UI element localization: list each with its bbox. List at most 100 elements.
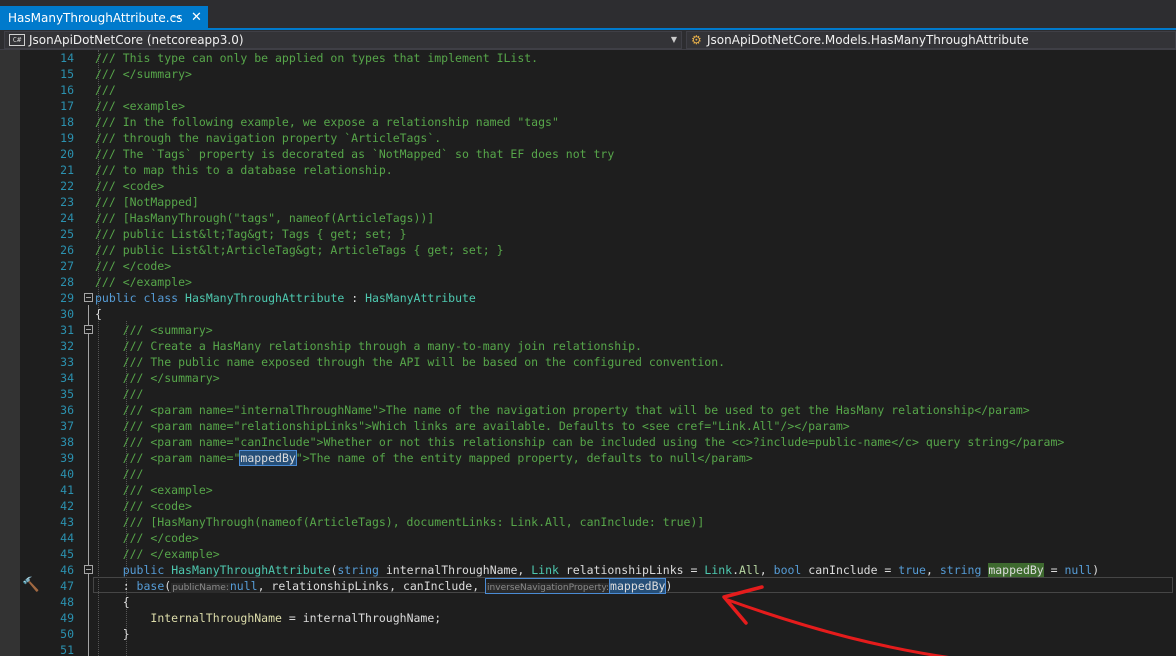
code-line: 17 /// <example> (0, 98, 1176, 114)
code-line: 37 /// <param name="relationshipLinks">W… (0, 418, 1176, 434)
code-line: 22 /// <code> (0, 178, 1176, 194)
line-number: 20 (60, 147, 74, 161)
pin-icon[interactable]: ⊸ (172, 6, 180, 30)
code-text: /// [HasManyThrough(nameof(ArticleTags),… (95, 515, 705, 529)
line-number: 41 (60, 483, 74, 497)
line-number: 47 (60, 579, 74, 593)
line-number: 23 (60, 195, 74, 209)
line-number: 51 (60, 643, 74, 656)
code-text: /// [HasManyThrough("tags", nameof(Artic… (95, 211, 435, 225)
code-editor[interactable]: 🔨 14 /// This type can only be applied o… (0, 50, 1176, 656)
line-number: 19 (60, 131, 74, 145)
line-number: 15 (60, 67, 74, 81)
document-tab[interactable]: HasManyThroughAttribute.cs ⊸ ✕ (0, 6, 208, 30)
collapse-toggle-icon[interactable] (84, 565, 93, 574)
line-number: 44 (60, 531, 74, 545)
code-line: 25 /// public List&lt;Tag&gt; Tags { get… (0, 226, 1176, 242)
code-line: 38 /// <param name="canInclude">Whether … (0, 434, 1176, 450)
project-dropdown[interactable]: C# JsonApiDotNetCore (netcoreapp3.0) ▼ (4, 31, 682, 49)
line-number: 45 (60, 547, 74, 561)
code-line: 34 /// </summary> (0, 370, 1176, 386)
line-number: 50 (60, 627, 74, 641)
code-line: 30 { (0, 306, 1176, 322)
line-number: 36 (60, 403, 74, 417)
line-number: 34 (60, 371, 74, 385)
line-number: 32 (60, 339, 74, 353)
code-line: 16 /// (0, 82, 1176, 98)
code-text: /// </code> (95, 531, 199, 545)
code-text: /// </example> (95, 275, 192, 289)
code-text: /// <code> (95, 499, 192, 513)
code-text: /// Create a HasMany relationship throug… (95, 339, 642, 353)
code-text: /// </summary> (95, 371, 220, 385)
code-line: 29 public class HasManyThroughAttribute … (0, 290, 1176, 306)
code-line: 20 /// The `Tags` property is decorated … (0, 146, 1176, 162)
csharp-project-icon: C# (9, 34, 25, 46)
line-number: 37 (60, 419, 74, 433)
code-line: 19 /// through the navigation property `… (0, 130, 1176, 146)
line-number: 39 (60, 451, 74, 465)
line-number: 30 (60, 307, 74, 321)
chevron-down-icon: ▼ (670, 35, 677, 44)
code-text: /// </code> (95, 259, 172, 273)
code-text: /// </summary> (95, 67, 192, 81)
line-number: 14 (60, 51, 74, 65)
code-line: 40 /// (0, 466, 1176, 482)
code-line: 45 /// </example> (0, 546, 1176, 562)
line-number: 40 (60, 467, 74, 481)
line-number: 16 (60, 83, 74, 97)
line-number: 48 (60, 595, 74, 609)
code-text: /// <example> (95, 483, 213, 497)
code-line: 14 /// This type can only be applied on … (0, 50, 1176, 66)
code-text: /// (95, 83, 116, 97)
code-line: 39 /// <param name="mappedBy">The name o… (0, 450, 1176, 466)
collapse-toggle-icon[interactable] (84, 325, 93, 334)
code-line: 31 /// <summary> (0, 322, 1176, 338)
code-text: /// <param name="internalThroughName">Th… (95, 403, 1030, 417)
line-number: 18 (60, 115, 74, 129)
line-number: 17 (60, 99, 74, 113)
line-number: 33 (60, 355, 74, 369)
code-line: 50 } (0, 626, 1176, 642)
code-text: /// [NotMapped] (95, 195, 199, 209)
code-text: /// (95, 387, 144, 401)
project-dropdown-label: JsonApiDotNetCore (netcoreapp3.0) (29, 33, 244, 47)
code-text: /// through the navigation property `Art… (95, 131, 442, 145)
code-text: /// The public name exposed through the … (95, 355, 726, 369)
code-text: InternalThroughName = internalThroughNam… (150, 611, 442, 625)
close-icon[interactable]: ✕ (191, 6, 202, 30)
line-number: 35 (60, 387, 74, 401)
code-text: /// </example> (95, 547, 220, 561)
member-dropdown[interactable]: ⚙ JsonApiDotNetCore.Models.HasManyThroug… (686, 31, 1176, 49)
code-text: /// In the following example, we expose … (95, 115, 559, 129)
code-line: 32 /// Create a HasMany relationship thr… (0, 338, 1176, 354)
code-text: /// The `Tags` property is decorated as … (95, 147, 615, 161)
code-text: /// to map this to a database relationsh… (95, 163, 393, 177)
code-text: /// <param name="relationshipLinks">Whic… (95, 419, 850, 433)
code-text: /// <summary> (95, 323, 213, 337)
code-line: 26 /// public List&lt;ArticleTag&gt; Art… (0, 242, 1176, 258)
code-line: 33 /// The public name exposed through t… (0, 354, 1176, 370)
code-line: 23 /// [NotMapped] (0, 194, 1176, 210)
code-line: 35 /// (0, 386, 1176, 402)
code-line: 18 /// In the following example, we expo… (0, 114, 1176, 130)
line-number: 24 (60, 211, 74, 225)
code-line: 27 /// </code> (0, 258, 1176, 274)
line-number: 46 (60, 563, 74, 577)
code-line: 24 /// [HasManyThrough("tags", nameof(Ar… (0, 210, 1176, 226)
collapse-toggle-icon[interactable] (84, 293, 93, 302)
code-line: 28 /// </example> (0, 274, 1176, 290)
code-line: 51 (0, 642, 1176, 656)
code-text: public class HasManyThroughAttribute : H… (95, 291, 476, 305)
code-line: 49 InternalThroughName = internalThrough… (0, 610, 1176, 626)
line-number: 49 (60, 611, 74, 625)
document-tab-strip: HasManyThroughAttribute.cs ⊸ ✕ (0, 0, 1176, 30)
code-line: 41 /// <example> (0, 482, 1176, 498)
code-text: { (95, 595, 130, 609)
code-line: 21 /// to map this to a database relatio… (0, 162, 1176, 178)
code-line: 46 public HasManyThroughAttribute(string… (0, 562, 1176, 578)
annotation-arrow (722, 585, 949, 656)
code-text: /// This type can only be applied on typ… (95, 51, 539, 65)
code-line: 47 : base(publicName:null, relationshipL… (0, 578, 1176, 594)
line-number: 22 (60, 179, 74, 193)
